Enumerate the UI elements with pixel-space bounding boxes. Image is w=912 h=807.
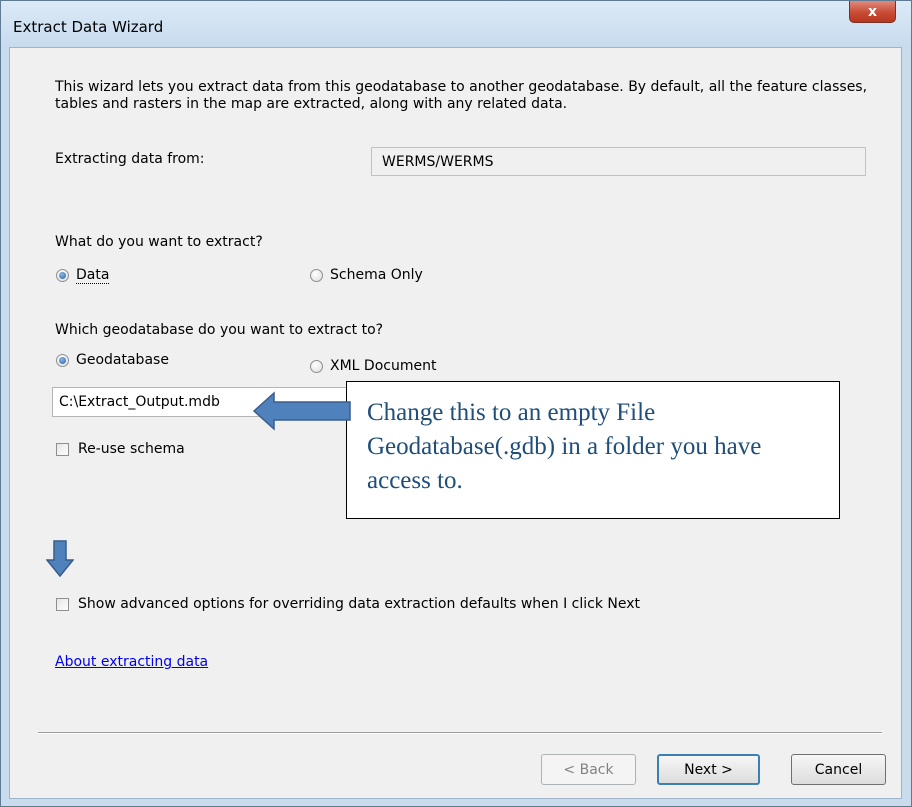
reuse-schema-label[interactable]: Re-use schema <box>78 441 185 457</box>
title-bar[interactable]: Extract Data Wizard x <box>1 1 911 47</box>
close-button[interactable]: x <box>849 1 896 23</box>
back-button[interactable]: < Back <box>541 754 636 785</box>
target-question: Which geodatabase do you want to extract… <box>55 322 384 338</box>
advanced-options-checkbox[interactable] <box>56 598 69 611</box>
source-field: WERMS/WERMS <box>371 147 866 176</box>
cancel-button[interactable]: Cancel <box>791 754 886 785</box>
source-label: Extracting data from: <box>55 151 205 167</box>
radio-data-indicator[interactable] <box>56 269 69 282</box>
instruction-callout: Change this to an empty File Geodatabase… <box>346 381 840 519</box>
output-path-value[interactable]: C:\Extract_Output.mdb <box>59 394 220 410</box>
radio-schema-only-label[interactable]: Schema Only <box>330 267 423 283</box>
next-button[interactable]: Next > <box>657 754 760 785</box>
arrow-left-icon <box>252 391 351 431</box>
window-title: Extract Data Wizard <box>13 18 164 36</box>
close-icon: x <box>867 3 878 20</box>
callout-text: Change this to an empty File Geodatabase… <box>367 399 762 494</box>
radio-xml-document-label[interactable]: XML Document <box>330 358 436 374</box>
source-value: WERMS/WERMS <box>382 154 494 170</box>
radio-geodatabase-label[interactable]: Geodatabase <box>76 352 169 368</box>
radio-geodatabase-indicator[interactable] <box>56 354 69 367</box>
advanced-options-label[interactable]: Show advanced options for overriding dat… <box>78 596 640 612</box>
reuse-schema-checkbox[interactable] <box>56 443 69 456</box>
wizard-client-area: This wizard lets you extract data from t… <box>9 47 902 799</box>
about-extracting-link[interactable]: About extracting data <box>55 654 208 670</box>
extract-question: What do you want to extract? <box>55 234 263 250</box>
radio-data-label[interactable]: Data <box>76 267 110 284</box>
intro-text: This wizard lets you extract data from t… <box>55 79 868 112</box>
arrow-down-icon <box>46 540 74 578</box>
radio-xml-document-indicator[interactable] <box>310 360 323 373</box>
wizard-window: Extract Data Wizard x This wizard lets y… <box>0 0 912 807</box>
radio-schema-only-indicator[interactable] <box>310 269 323 282</box>
footer-divider <box>38 732 882 734</box>
